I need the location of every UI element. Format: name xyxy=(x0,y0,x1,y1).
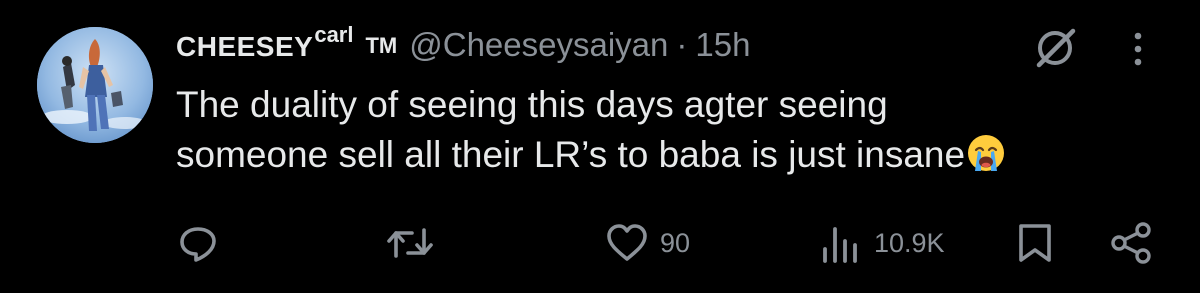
like-count: 90 xyxy=(660,227,691,258)
grok-icon[interactable] xyxy=(1031,26,1081,70)
avatar-image xyxy=(37,27,153,143)
tweet-text-line-1: The duality of seeing this days agter se… xyxy=(176,84,888,125)
retweet-button[interactable] xyxy=(384,215,436,271)
more-icon[interactable] xyxy=(1128,30,1148,70)
views-button[interactable]: 10.9K xyxy=(818,215,945,271)
reply-icon xyxy=(176,221,220,265)
tweet-text-line: someone sell all their LR’s to baba is j… xyxy=(176,130,1156,180)
tweet[interactable]: CHEESEY carl TM @Cheeseysaiyan · 15h The… xyxy=(0,0,1200,293)
heart-icon xyxy=(604,221,650,265)
like-button[interactable]: 90 xyxy=(604,215,690,271)
bookmark-icon xyxy=(1015,221,1055,265)
share-button[interactable] xyxy=(1109,215,1155,271)
display-name-trademark[interactable]: TM xyxy=(365,33,397,59)
tweet-actions: 90 10.9K xyxy=(0,215,1200,271)
timestamp[interactable]: 15h xyxy=(695,26,750,64)
views-count: 10.9K xyxy=(874,227,945,258)
display-name-superscript[interactable]: carl xyxy=(314,22,353,48)
views-icon xyxy=(818,221,864,265)
retweet-icon xyxy=(384,221,436,265)
reply-button[interactable] xyxy=(176,215,220,271)
user-handle[interactable]: @Cheeseysaiyan xyxy=(409,26,668,64)
tweet-text-line-2: someone sell all their LR’s to baba is j… xyxy=(176,134,966,175)
loudly-crying-face-icon xyxy=(966,133,1006,173)
display-name[interactable]: CHEESEY xyxy=(176,31,313,63)
tweet-header: CHEESEY carl TM @Cheeseysaiyan · 15h xyxy=(176,22,750,76)
header-separator: · xyxy=(676,26,688,63)
bookmark-button[interactable] xyxy=(1015,215,1055,271)
tweet-text-line: The duality of seeing this days agter se… xyxy=(176,80,1156,130)
share-icon xyxy=(1109,221,1155,265)
avatar[interactable] xyxy=(37,27,153,143)
tweet-text: The duality of seeing this days agter se… xyxy=(176,80,1156,180)
